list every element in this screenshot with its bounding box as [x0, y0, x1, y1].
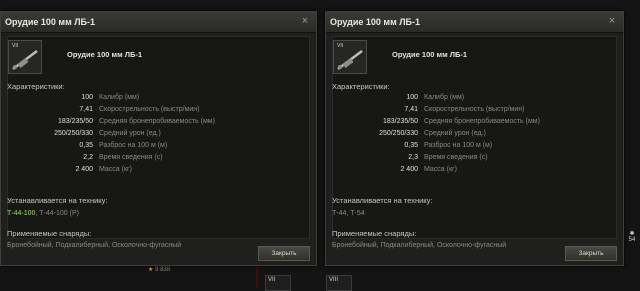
gun-name: Орудие 100 мм ЛБ-1 — [67, 50, 143, 59]
stat-label: Калибр (мм) — [424, 94, 465, 101]
stat-value: 2,2 — [83, 154, 93, 161]
window-title: Орудие 100 мм ЛБ-1 — [5, 17, 96, 27]
stat-value: 2 400 — [75, 166, 93, 173]
stat-row: 100 Калибр (мм) — [326, 94, 586, 104]
side-badge-count: 54 — [628, 237, 636, 243]
ammo-title: Применяемые снаряды: — [7, 229, 92, 238]
stat-label: Масса (кг) — [424, 166, 457, 173]
stat-value: 0,35 — [79, 142, 93, 149]
stat-value: 100 — [81, 94, 93, 101]
stat-value: 7,41 — [79, 106, 93, 113]
stat-label: Время сведения (с) — [99, 154, 163, 161]
side-badge[interactable]: ✱ 54 — [627, 230, 637, 254]
stat-row: 7,41 Скорострельность (выстр/мин) — [1, 106, 261, 116]
window-titlebar[interactable]: Орудие 100 мм ЛБ-1 × — [326, 12, 623, 33]
close-icon[interactable]: × — [299, 15, 311, 27]
vehicle-list: Т-44, Т-54 — [332, 210, 365, 217]
stat-label: Масса (кг) — [99, 166, 132, 173]
stat-label: Время сведения (с) — [424, 154, 488, 161]
stat-row: 2,3 Время сведения (с) — [326, 154, 586, 164]
stat-value: 100 — [406, 94, 418, 101]
background-vehicle-thumb[interactable]: VII — [265, 275, 291, 291]
ammo-title: Применяемые снаряды: — [332, 229, 417, 238]
close-button[interactable]: Закрыть — [258, 246, 310, 261]
close-button[interactable]: Закрыть — [565, 246, 617, 261]
stat-label: Средняя бронепробиваемость (мм) — [99, 118, 215, 125]
stat-label: Скорострельность (выстр/мин) — [99, 106, 200, 113]
stat-value: 250/250/330 — [379, 130, 418, 137]
stat-row: 2 400 Масса (кг) — [326, 166, 586, 176]
window-title: Орудие 100 мм ЛБ-1 — [330, 17, 421, 27]
stat-label: Скорострельность (выстр/мин) — [424, 106, 525, 113]
stat-row: 100 Калибр (мм) — [1, 94, 261, 104]
characteristics-title: Характеристики: — [332, 82, 390, 91]
module-info-window: Орудие 100 мм ЛБ-1 × VII Орудие 100 мм Л… — [325, 11, 624, 266]
stat-value: 2,3 — [408, 154, 418, 161]
installed-on-title: Устанавливается на технику: — [332, 196, 433, 205]
installed-on-title: Устанавливается на технику: — [7, 196, 108, 205]
ammo-list: Бронебойный, Подкалиберный, Осколочно-фу… — [332, 242, 507, 249]
stat-row: 2 400 Масса (кг) — [1, 166, 261, 176]
close-icon[interactable]: × — [606, 15, 618, 27]
background-vehicle-thumb[interactable]: VIII — [326, 275, 352, 291]
stat-row: 250/250/330 Средний урон (ед.) — [1, 130, 261, 140]
stat-label: Разброс на 100 м (м) — [424, 142, 493, 149]
window-titlebar[interactable]: Орудие 100 мм ЛБ-1 × — [1, 12, 316, 33]
characteristics-title: Характеристики: — [7, 82, 65, 91]
stat-value: 0,35 — [404, 142, 418, 149]
other-vehicles: , Т-44-100 (Р) — [35, 210, 79, 217]
stat-label: Средняя бронепробиваемость (мм) — [424, 118, 540, 125]
gun-icon: VII — [8, 40, 42, 74]
star-icon: ★ — [148, 267, 154, 273]
stat-label: Разброс на 100 м (м) — [99, 142, 168, 149]
current-vehicle: Т-44-100 — [7, 210, 36, 217]
module-info-window: Орудие 100 мм ЛБ-1 × VII Орудие 100 мм Л… — [0, 11, 317, 266]
ammo-list: Бронебойный, Подкалиберный, Осколочно-фу… — [7, 242, 182, 249]
stat-row: 2,2 Время сведения (с) — [1, 154, 261, 164]
gun-name: Орудие 100 мм ЛБ-1 — [392, 50, 468, 59]
gun-barrel-icon — [337, 50, 363, 70]
background-divider — [256, 266, 258, 288]
stat-row: 0,35 Разброс на 100 м (м) — [1, 142, 261, 152]
other-vehicles: Т-44, Т-54 — [332, 210, 365, 217]
stat-value: 7,41 — [404, 106, 418, 113]
stat-label: Средний урон (ед.) — [424, 130, 486, 137]
stat-row: 250/250/330 Средний урон (ед.) — [326, 130, 586, 140]
stat-row: 183/235/50 Средняя бронепробиваемость (м… — [1, 118, 261, 128]
stat-value: 250/250/330 — [54, 130, 93, 137]
gun-barrel-icon — [12, 50, 38, 70]
background-credits: ★ 9 838 — [148, 267, 171, 273]
gun-icon: VII — [333, 40, 367, 74]
stat-label: Средний урон (ед.) — [99, 130, 161, 137]
stat-row: 183/235/50 Средняя бронепробиваемость (м… — [326, 118, 586, 128]
stat-label: Калибр (мм) — [99, 94, 140, 101]
stat-value: 183/235/50 — [382, 118, 418, 125]
stat-row: 0,35 Разброс на 100 м (м) — [326, 142, 586, 152]
star-icon: ✱ — [629, 231, 635, 237]
stat-row: 7,41 Скорострельность (выстр/мин) — [326, 106, 586, 116]
vehicle-list: Т-44-100, Т-44-100 (Р) — [7, 210, 79, 217]
stat-value: 2 400 — [400, 166, 418, 173]
stat-value: 183/235/50 — [57, 118, 93, 125]
